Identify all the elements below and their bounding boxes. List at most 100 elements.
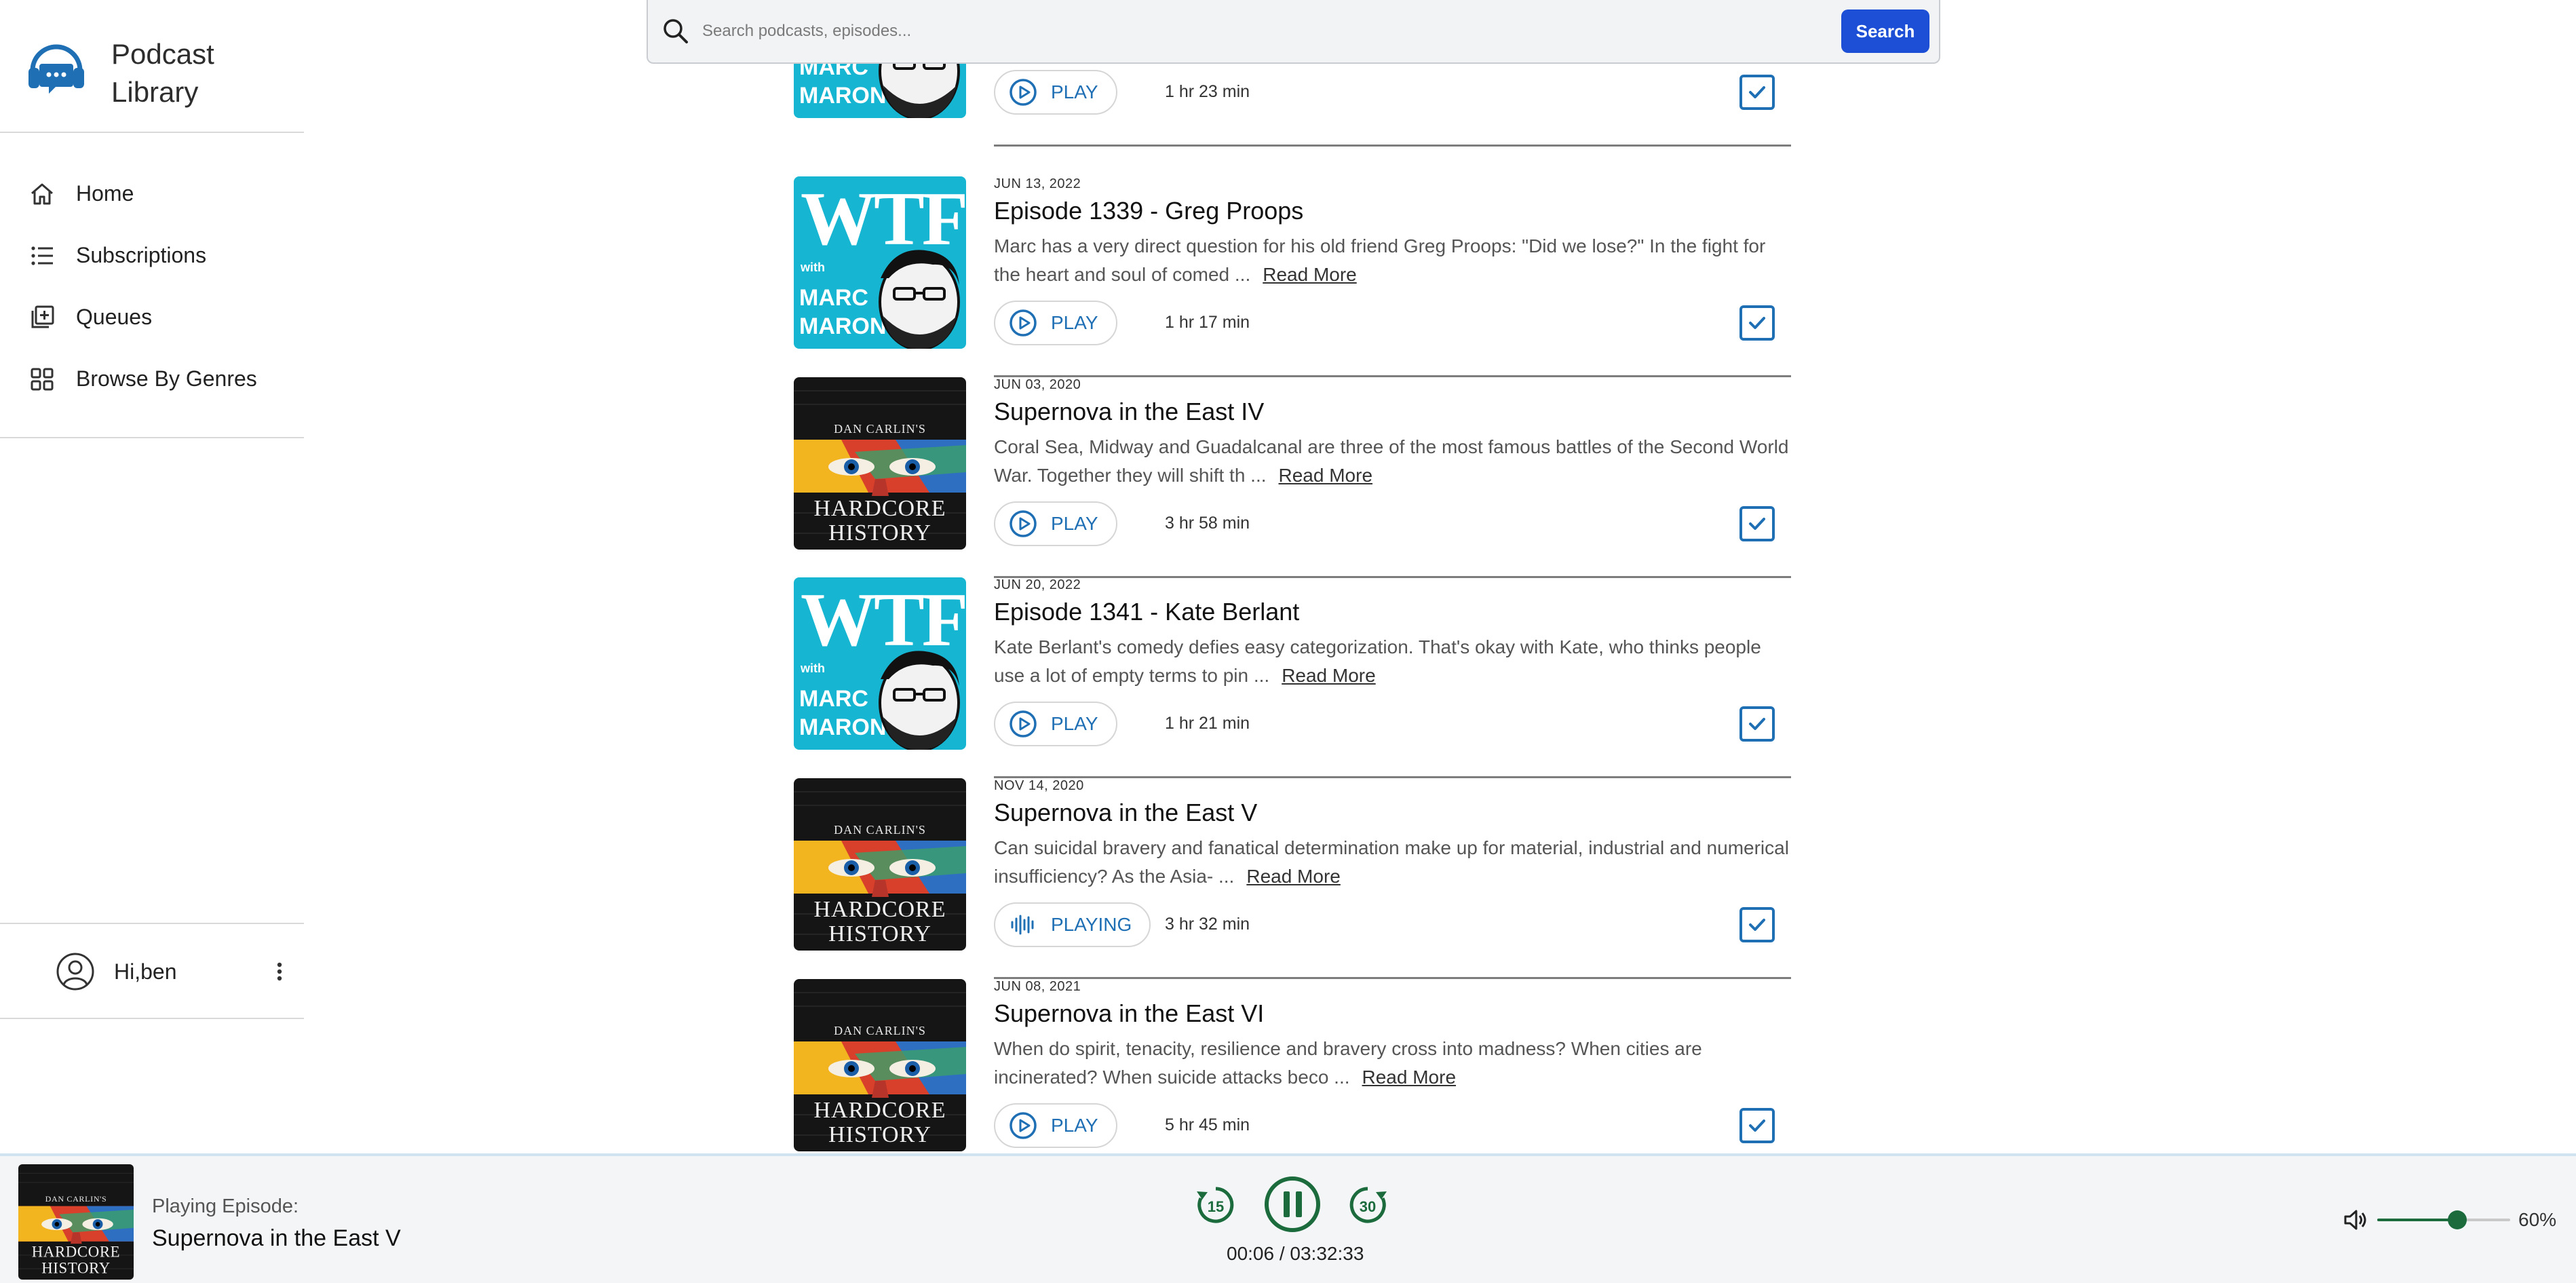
episode-title[interactable]: Episode 1341 - Kate Berlant bbox=[994, 598, 1299, 626]
episode-description: Kate Berlant's comedy defies easy catego… bbox=[994, 633, 1794, 690]
pause-button[interactable] bbox=[1263, 1175, 1322, 1233]
checkmark-icon bbox=[1749, 1119, 1765, 1132]
episode-date: JUN 08, 2021 bbox=[994, 979, 1081, 994]
episode-checkbox[interactable] bbox=[1739, 1108, 1775, 1143]
cover-wtf-portrait bbox=[879, 651, 960, 750]
home-icon bbox=[31, 183, 53, 204]
episode-date: JUN 13, 2022 bbox=[994, 176, 1081, 191]
player-bar: DAN CARLIN'S HARDCORE HISTORY Playing Ep… bbox=[0, 1153, 2576, 1283]
podcast-cover-hardcore-history: DAN CARLIN'S HARDCORE HISTORY bbox=[794, 377, 966, 550]
play-button[interactable]: PLAY bbox=[994, 1103, 1117, 1148]
episode-row: DAN CARLIN'S HARDCORE HISTORY NOV 14, 20… bbox=[794, 778, 1791, 979]
search-bar: Search bbox=[647, 0, 1940, 64]
episode-description: Can suicidal bravery and fanatical deter… bbox=[994, 834, 1794, 891]
cover-hh-top: DAN CARLIN'S bbox=[45, 1194, 107, 1204]
volume-icon[interactable] bbox=[2342, 1206, 2369, 1233]
episode-title[interactable]: Supernova in the East VI bbox=[994, 999, 1264, 1028]
episode-checkbox[interactable] bbox=[1739, 706, 1775, 742]
episode-description: When do spirit, tenacity, resilience and… bbox=[994, 1035, 1794, 1092]
cover-hh-line1: HARDCORE bbox=[813, 897, 946, 922]
episode-checkbox[interactable] bbox=[1739, 75, 1775, 110]
episode-checkbox[interactable] bbox=[1739, 305, 1775, 341]
now-playing-title: Supernova in the East V bbox=[152, 1225, 401, 1251]
cover-hh-eyes bbox=[794, 1041, 966, 1098]
play-button[interactable]: PLAY bbox=[994, 501, 1117, 546]
play-button[interactable]: PLAY bbox=[994, 70, 1117, 115]
episode-duration: 3 hr 58 min bbox=[1165, 514, 1250, 533]
volume-slider[interactable] bbox=[2377, 1210, 2510, 1229]
episode-cover[interactable]: DAN CARLIN'S HARDCORE HISTORY bbox=[794, 979, 966, 1151]
read-more-link[interactable]: Read More bbox=[1279, 465, 1373, 486]
cover-wtf-title: WTF bbox=[801, 177, 965, 261]
user-greeting: Hi,ben bbox=[114, 959, 177, 984]
cover-wtf-line1: MARC bbox=[799, 686, 868, 712]
podcast-cover-wtf: WTF with MARC MARON bbox=[794, 577, 966, 750]
episode-title[interactable]: Episode 1339 - Greg Proops bbox=[994, 197, 1303, 225]
podcast-cover-hardcore-history: DAN CARLIN'S HARDCORE HISTORY bbox=[794, 778, 966, 951]
play-button-label: PLAY bbox=[1051, 81, 1098, 102]
list-icon bbox=[31, 246, 53, 265]
sidebar-nav: Home Subscriptions Queues Browse By Genr… bbox=[0, 163, 304, 410]
headphones-logo-icon bbox=[28, 44, 84, 94]
nav-item-queues[interactable]: Queues bbox=[0, 286, 304, 348]
episode-duration: 1 hr 17 min bbox=[1165, 313, 1250, 332]
checkmark-icon bbox=[1749, 317, 1765, 329]
nav-item-home[interactable]: Home bbox=[0, 163, 304, 225]
play-circle-icon bbox=[1010, 79, 1037, 106]
rewind-15-label: 15 bbox=[1208, 1198, 1224, 1215]
playing-button[interactable]: PLAYING bbox=[994, 902, 1151, 947]
cover-wtf-line1: MARC bbox=[799, 285, 868, 311]
episode-title[interactable]: Supernova in the East V bbox=[994, 799, 1257, 827]
read-more-link[interactable]: Read More bbox=[1282, 665, 1376, 686]
episode-duration: 1 hr 21 min bbox=[1165, 714, 1250, 733]
checkmark-icon bbox=[1749, 919, 1765, 931]
user-profile[interactable]: Hi,ben bbox=[0, 924, 304, 1019]
cover-wtf-with: with bbox=[800, 261, 825, 274]
play-button-label: PLAY bbox=[1051, 1115, 1098, 1136]
brand[interactable]: Podcast Library bbox=[24, 35, 247, 110]
now-playing-label: Playing Episode: bbox=[152, 1195, 299, 1217]
play-button[interactable]: PLAY bbox=[994, 702, 1117, 746]
nav-item-subscriptions[interactable]: Subscriptions bbox=[0, 225, 304, 286]
play-button[interactable]: PLAY bbox=[994, 301, 1117, 345]
cover-hh-line1: HARDCORE bbox=[813, 496, 946, 521]
read-more-link[interactable]: Read More bbox=[1362, 1067, 1457, 1088]
volume-thumb[interactable] bbox=[2447, 1210, 2467, 1229]
read-more-link[interactable]: Read More bbox=[1246, 866, 1341, 887]
search-button[interactable]: Search bbox=[1841, 9, 1929, 53]
episode-date: NOV 14, 2020 bbox=[994, 778, 1084, 793]
forward-30-label: 30 bbox=[1360, 1198, 1376, 1215]
sidebar: Podcast Library Home Subscriptions Queue… bbox=[0, 0, 304, 1153]
episode-date: JUN 03, 2020 bbox=[994, 377, 1081, 392]
episode-checkbox[interactable] bbox=[1739, 907, 1775, 942]
nav-item-browse-genres[interactable]: Browse By Genres bbox=[0, 348, 304, 410]
cover-wtf-title: WTF bbox=[801, 578, 965, 662]
read-more-link[interactable]: Read More bbox=[1263, 264, 1357, 285]
cover-hh-line2: HISTORY bbox=[41, 1260, 111, 1277]
play-button-label: PLAY bbox=[1051, 713, 1098, 734]
episode-cover[interactable]: WTF with MARC MARON bbox=[794, 176, 966, 349]
grid-icon bbox=[31, 368, 54, 390]
search-input[interactable] bbox=[702, 11, 1841, 52]
episode-duration: 5 hr 45 min bbox=[1165, 1115, 1250, 1134]
episode-checkbox[interactable] bbox=[1739, 506, 1775, 541]
search-icon bbox=[664, 19, 688, 43]
more-vertical-icon[interactable] bbox=[271, 958, 288, 985]
nav-label-browse-genres: Browse By Genres bbox=[76, 366, 257, 391]
rewind-15-icon[interactable]: 15 bbox=[1194, 1183, 1237, 1227]
episode-description-text: Kate Berlant's comedy defies easy catego… bbox=[994, 636, 1761, 686]
episode-cover[interactable]: DAN CARLIN'S HARDCORE HISTORY bbox=[794, 377, 966, 550]
episode-cover[interactable]: DAN CARLIN'S HARDCORE HISTORY bbox=[794, 778, 966, 951]
episode-description-text: Can suicidal bravery and fanatical deter… bbox=[994, 837, 1789, 887]
cover-wtf-line2: MARON bbox=[799, 83, 886, 109]
episode-cover[interactable]: WTF with MARC MARON bbox=[794, 577, 966, 750]
episode-description-text: Coral Sea, Midway and Guadalcanal are th… bbox=[994, 436, 1789, 486]
sidebar-divider bbox=[0, 437, 304, 438]
nav-label-home: Home bbox=[76, 181, 134, 206]
play-button-label: PLAYING bbox=[1051, 914, 1132, 935]
episode-title[interactable]: Supernova in the East IV bbox=[994, 398, 1264, 426]
play-circle-icon bbox=[1010, 710, 1037, 738]
cover-hh-eyes bbox=[794, 841, 966, 897]
cover-hh-line2: HISTORY bbox=[828, 520, 931, 545]
forward-30-icon[interactable]: 30 bbox=[1346, 1183, 1389, 1227]
